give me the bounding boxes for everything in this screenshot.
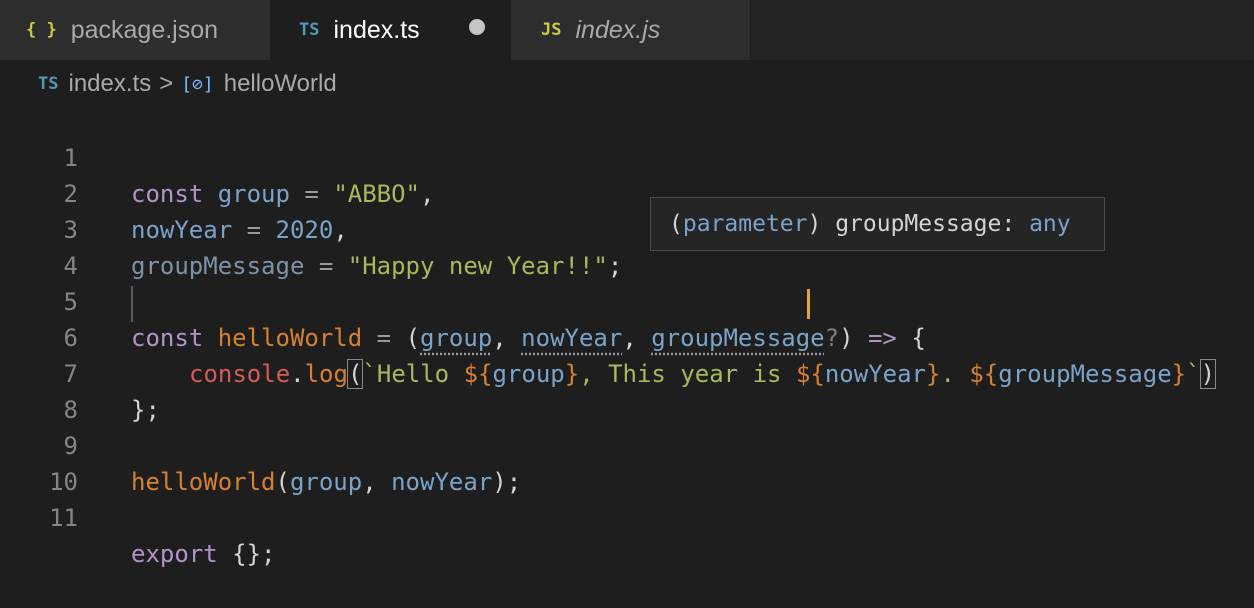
- chevron-right-icon: >: [159, 70, 174, 97]
- line-number: 11: [49, 504, 78, 532]
- code-line: 8: [0, 356, 1254, 424]
- code-line: 6 console.log(`Hello ${group}, This year…: [0, 284, 1254, 389]
- breadcrumb-symbol[interactable]: helloWorld: [224, 70, 337, 98]
- tab-label: index.js: [575, 15, 661, 44]
- code-line: 5 const helloWorld = (group, nowYear, gr…: [0, 248, 1254, 352]
- code-line: 11 export {};: [0, 464, 1254, 568]
- breadcrumb-file[interactable]: index.ts: [68, 70, 151, 98]
- tab-label: package.json: [70, 15, 219, 44]
- js-file-icon: JS: [541, 20, 562, 40]
- tab-bar: { } package.json TS index.ts JS index.js: [0, 0, 1254, 60]
- unsaved-dot-icon[interactable]: [469, 19, 485, 35]
- json-file-icon: { }: [26, 20, 57, 40]
- code-line: 1 const group = "ABBO",: [0, 104, 1254, 208]
- tab-index-js[interactable]: JS index.js: [511, 0, 751, 60]
- ts-file-icon: TS: [299, 20, 320, 40]
- tab-index-ts[interactable]: TS index.ts: [271, 0, 511, 60]
- code-line: 10: [0, 428, 1254, 496]
- ts-file-icon: TS: [38, 74, 59, 94]
- hover-tooltip: (parameter) groupMessage: any: [650, 197, 1105, 251]
- tab-label: index.ts: [333, 15, 420, 44]
- code-line: 7 };: [0, 320, 1254, 424]
- variable-symbol-icon: [⊘]: [181, 73, 214, 95]
- breadcrumb: TS index.ts > [⊘] helloWorld: [38, 67, 337, 101]
- tab-package-json[interactable]: { } package.json: [0, 0, 271, 60]
- code-line: 2 nowYear = 2020,: [0, 140, 1254, 244]
- code-text: export {};: [131, 540, 276, 568]
- code-line: 9 helloWorld(group, nowYear);: [0, 392, 1254, 496]
- text-cursor: [807, 289, 810, 319]
